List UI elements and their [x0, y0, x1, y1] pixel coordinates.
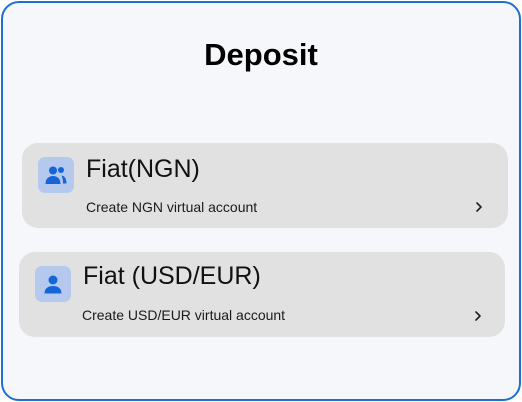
users-icon: [38, 157, 74, 193]
option-subtitle: Create NGN virtual account: [86, 199, 258, 215]
fiat-usd-eur-option[interactable]: Fiat (USD/EUR) Create USD/EUR virtual ac…: [19, 252, 505, 337]
page-title: Deposit: [204, 37, 318, 72]
user-icon: [35, 266, 71, 302]
option-subtitle: Create USD/EUR virtual account: [82, 307, 286, 323]
deposit-panel: Deposit Fiat(NGN) Create NGN virtual acc…: [1, 1, 521, 401]
fiat-ngn-option[interactable]: Fiat(NGN) Create NGN virtual account: [22, 143, 508, 228]
chevron-right-icon: [475, 311, 481, 321]
chevron-right-icon: [476, 202, 482, 212]
option-title: Fiat (USD/EUR): [83, 262, 261, 290]
option-title: Fiat(NGN): [86, 155, 200, 183]
